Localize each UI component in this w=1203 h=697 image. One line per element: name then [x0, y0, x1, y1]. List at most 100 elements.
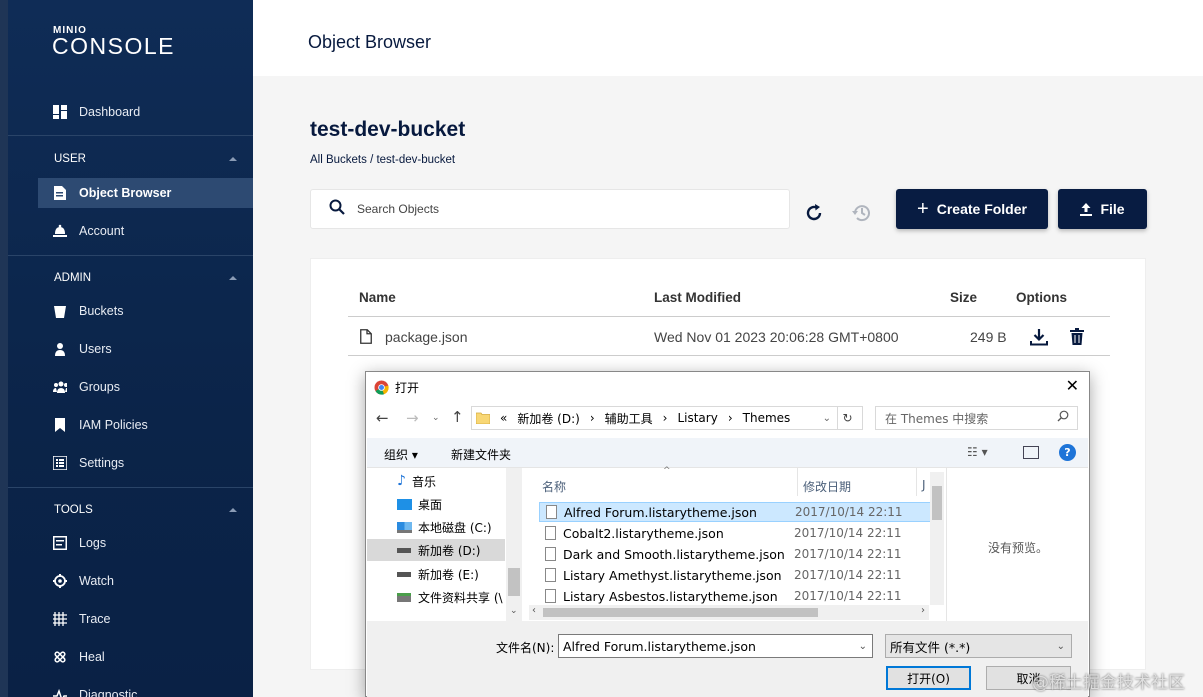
- breadcrumb[interactable]: All Buckets / test-dev-bucket: [310, 154, 455, 166]
- chevron-down-icon[interactable]: ⌄: [1057, 641, 1065, 652]
- file-date: 2017/10/14 22:11: [794, 568, 902, 582]
- tree-item-drive-d[interactable]: 新加卷 (D:): [367, 539, 505, 561]
- create-folder-button[interactable]: + Create Folder: [896, 189, 1048, 229]
- no-preview-text: 没有预览。: [988, 541, 1049, 555]
- sidebar-item-object-browser[interactable]: Object Browser: [38, 178, 253, 208]
- refresh-icon[interactable]: ↻: [837, 407, 857, 429]
- chevron-down-icon[interactable]: ⌄: [510, 606, 518, 616]
- refresh-button[interactable]: [800, 199, 828, 227]
- sidebar-item-label: Trace: [79, 612, 111, 626]
- new-folder-button[interactable]: 新建文件夹: [451, 446, 511, 463]
- list-item[interactable]: Listary Amethyst.listarytheme.json 2017/…: [539, 565, 931, 585]
- path-sep-icon: ›: [727, 411, 733, 425]
- tree-item-label: 新加卷 (E:): [418, 567, 479, 582]
- chevron-down-icon[interactable]: ⌄: [432, 413, 440, 423]
- sidebar-item-label: Groups: [79, 380, 120, 394]
- tree-item-drive-e[interactable]: 新加卷 (E:): [367, 563, 505, 585]
- path-folder2[interactable]: Listary: [677, 411, 717, 425]
- scroll-thumb[interactable]: [508, 568, 520, 596]
- sidebar-item-settings[interactable]: Settings: [38, 448, 253, 478]
- path-drive[interactable]: 新加卷 (D:): [517, 410, 579, 427]
- chevron-left-icon[interactable]: ‹: [532, 605, 536, 616]
- music-icon: ♪: [397, 473, 406, 489]
- sidebar: MINIO CONSOLE Dashboard USER Object Brow…: [8, 0, 253, 697]
- chrome-icon: [374, 380, 389, 395]
- list-item[interactable]: Listary Asbestos.listarytheme.json 2017/…: [539, 586, 931, 606]
- column-header-name[interactable]: 名称: [542, 478, 566, 495]
- sidebar-item-heal[interactable]: Heal: [38, 642, 253, 672]
- delete-icon[interactable]: [1070, 328, 1084, 350]
- rewind-history-button[interactable]: [848, 199, 876, 227]
- sidebar-item-trace[interactable]: Trace: [38, 604, 253, 634]
- document-icon: [53, 186, 67, 200]
- sidebar-item-diagnostic[interactable]: Diagnostic: [38, 680, 253, 697]
- preview-pane-icon[interactable]: [1023, 446, 1039, 459]
- tree-item-music[interactable]: ♪ 音乐: [367, 470, 505, 492]
- column-header-name[interactable]: Name: [359, 290, 396, 305]
- section-tools[interactable]: TOOLS: [38, 495, 253, 525]
- navigation-tree: ♪ 音乐 桌面 本地磁盘 (C:) 新加卷 (D:) 新加卷 (E:) 文件资料共…: [367, 468, 522, 621]
- sidebar-item-groups[interactable]: Groups: [38, 372, 253, 402]
- sidebar-item-dashboard[interactable]: Dashboard: [38, 97, 253, 127]
- window-edge: [0, 0, 8, 697]
- address-bar[interactable]: « 新加卷 (D:) › 辅助工具 › Listary › Themes ⌄ ↻: [471, 406, 863, 430]
- filename-input[interactable]: Alfred Forum.listarytheme.json ⌄: [558, 634, 873, 658]
- folder-search-input[interactable]: 在 Themes 中搜索: [875, 406, 1078, 430]
- column-header-last-modified[interactable]: Last Modified: [654, 290, 741, 305]
- sort-up-icon: ^: [663, 466, 671, 476]
- tree-item-network-share[interactable]: 文件资料共享 (\: [367, 586, 505, 608]
- page-header: Object Browser: [253, 0, 1203, 76]
- scroll-thumb[interactable]: [543, 608, 818, 617]
- sidebar-item-users[interactable]: Users: [38, 334, 253, 364]
- column-header-size[interactable]: Size: [950, 290, 977, 305]
- path-folder3[interactable]: Themes: [743, 411, 791, 425]
- up-arrow-icon[interactable]: ↑: [451, 408, 464, 426]
- list-item[interactable]: Dark and Smooth.listarytheme.json 2017/1…: [539, 544, 931, 564]
- list-item[interactable]: Cobalt2.listarytheme.json 2017/10/14 22:…: [539, 523, 931, 543]
- file-label: File: [1100, 201, 1125, 217]
- search-objects[interactable]: [310, 189, 790, 229]
- help-icon[interactable]: ?: [1059, 444, 1076, 461]
- list-horizontal-scrollbar[interactable]: ‹ ›: [529, 605, 929, 620]
- path-folder1[interactable]: 辅助工具: [605, 410, 653, 427]
- dialog-title: 打开: [395, 381, 420, 395]
- diagnostic-icon: [53, 688, 67, 697]
- sidebar-item-label: IAM Policies: [79, 418, 148, 432]
- download-icon[interactable]: [1030, 328, 1048, 351]
- scroll-thumb[interactable]: [932, 486, 942, 520]
- chevron-down-icon[interactable]: ⌄: [859, 641, 867, 652]
- chevron-right-icon[interactable]: ›: [921, 605, 925, 616]
- upload-file-button[interactable]: File: [1058, 189, 1147, 229]
- sidebar-item-buckets[interactable]: Buckets: [38, 296, 253, 326]
- column-divider: [916, 468, 917, 496]
- section-admin[interactable]: ADMIN: [38, 263, 253, 293]
- sidebar-item-logs[interactable]: Logs: [38, 528, 253, 558]
- sidebar-item-label: Account: [79, 224, 125, 238]
- folder-search-placeholder: 在 Themes 中搜索: [885, 411, 989, 426]
- tree-item-desktop[interactable]: 桌面: [367, 493, 505, 515]
- list-vertical-scrollbar[interactable]: [930, 472, 944, 605]
- sidebar-item-label: Diagnostic: [79, 688, 138, 697]
- close-icon[interactable]: ✕: [1066, 376, 1079, 395]
- back-arrow-icon[interactable]: ←: [376, 409, 389, 427]
- column-header-date[interactable]: 修改日期: [803, 478, 851, 495]
- list-item[interactable]: Alfred Forum.listarytheme.json 2017/10/1…: [539, 502, 931, 522]
- page-title: Object Browser: [308, 32, 432, 52]
- section-user[interactable]: USER: [38, 144, 253, 174]
- tree-item-drive-c[interactable]: 本地磁盘 (C:): [367, 516, 505, 538]
- header-divider: [348, 316, 1110, 317]
- pane-divider: [946, 468, 947, 621]
- organize-menu[interactable]: 组织 ▾: [384, 446, 418, 463]
- file-type-filter[interactable]: 所有文件 (*.*) ⌄: [885, 634, 1072, 658]
- forward-arrow-icon[interactable]: →: [406, 409, 419, 427]
- chevron-down-icon[interactable]: ⌄: [823, 413, 831, 424]
- sidebar-item-watch[interactable]: Watch: [38, 566, 253, 596]
- view-options-icon[interactable]: ☷ ▾: [967, 445, 988, 459]
- tree-scrollbar[interactable]: ⌄: [506, 468, 522, 621]
- open-button[interactable]: 打开(O): [886, 666, 971, 690]
- search-input[interactable]: [357, 202, 757, 216]
- sidebar-item-iam-policies[interactable]: IAM Policies: [38, 410, 253, 440]
- column-header-type[interactable]: J: [922, 478, 926, 492]
- sidebar-item-account[interactable]: Account: [38, 216, 253, 246]
- file-icon: [545, 589, 556, 603]
